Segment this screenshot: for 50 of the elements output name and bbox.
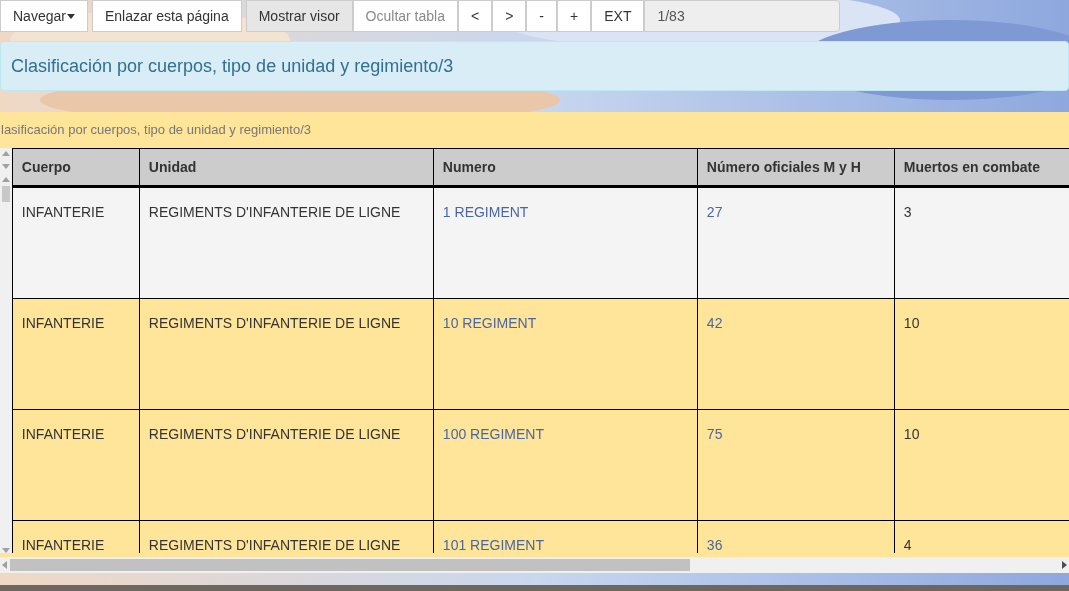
table-cell: 3: [903, 204, 912, 220]
cell-link[interactable]: 10 REGIMENT: [442, 315, 537, 331]
caret-icon: [66, 13, 75, 19]
title-banner: Clasificación por cuerpos, tipo de unidad y regimiento/3: [0, 41, 1069, 91]
scroll-right-icon[interactable]: [1062, 561, 1067, 569]
cell-link[interactable]: 101 REGIMENT: [442, 537, 544, 553]
table-cell: REGIMENTS D'INFANTERIE DE LIGNE: [148, 426, 401, 442]
scroll-down-icon[interactable]: [1, 548, 10, 553]
table-cell: INFANTERIE: [21, 537, 105, 553]
toolbar-button[interactable]: Enlazar esta página: [91, 0, 242, 32]
toolbar-button[interactable]: +: [557, 0, 592, 32]
column-header[interactable]: Unidad: [138, 149, 433, 185]
toolbar-button[interactable]: Mostrar visor: [245, 0, 353, 32]
page-field[interactable]: 1/83: [644, 0, 841, 32]
table-cell: 10: [903, 315, 920, 331]
column-header[interactable]: Muertos en combate: [893, 149, 1069, 185]
table-cell: REGIMENTS D'INFANTERIE DE LIGNE: [148, 315, 401, 331]
cell-link[interactable]: 42: [706, 315, 723, 331]
scroll-left-icon[interactable]: [2, 561, 7, 569]
scroll-up-icon[interactable]: [1, 177, 10, 182]
toolbar-button[interactable]: -: [526, 0, 557, 32]
scroll-thumb[interactable]: [1, 186, 10, 202]
toolbar-button[interactable]: >: [492, 0, 527, 32]
column-header[interactable]: Numero: [432, 149, 697, 185]
toolbar-button[interactable]: EXT: [591, 0, 645, 32]
scroll-down-icon[interactable]: [1, 164, 10, 169]
column-header[interactable]: Cuerpo: [11, 149, 139, 185]
cell-link[interactable]: 36: [706, 537, 723, 553]
scroll-up-icon[interactable]: [1, 151, 10, 156]
table-row[interactable]: INFANTERIE REGIMENTS D'INFANTERIE DE LIGNE 1 REGIMENT 27 3: [11, 188, 1069, 299]
cell-link[interactable]: 27: [706, 204, 723, 220]
table-cell: INFANTERIE: [21, 315, 105, 331]
cell-link[interactable]: 75: [706, 426, 723, 442]
scroll-thumb[interactable]: [10, 559, 690, 571]
table-cell: INFANTERIE: [21, 204, 105, 220]
horizontal-scrollbar[interactable]: [0, 557, 1069, 573]
table-cell: 4: [903, 537, 912, 553]
vertical-scrollbar[interactable]: [0, 148, 12, 553]
column-header[interactable]: Número oficiales M y H: [696, 149, 894, 185]
table-caption: lasificación por cuerpos, tipo de unidad y regimiento/3: [1, 121, 312, 140]
cell-link[interactable]: 100 REGIMENT: [442, 426, 544, 442]
toolbar-button[interactable]: <: [457, 0, 493, 32]
cell-link[interactable]: 1 REGIMENT: [442, 204, 529, 220]
navigate-dropdown[interactable]: Navegar: [0, 0, 88, 32]
table-cell: INFANTERIE: [21, 426, 105, 442]
table-cell: REGIMENTS D'INFANTERIE DE LIGNE: [148, 537, 401, 553]
table-row[interactable]: INFANTERIE REGIMENTS D'INFANTERIE DE LIGNE 100 REGIMENT 75 10: [11, 410, 1069, 521]
table-cell: 10: [903, 426, 920, 442]
table-cell: REGIMENTS D'INFANTERIE DE LIGNE: [148, 204, 401, 220]
table-row[interactable]: INFANTERIE REGIMENTS D'INFANTERIE DE LIGNE 10 REGIMENT 42 10: [11, 299, 1069, 410]
